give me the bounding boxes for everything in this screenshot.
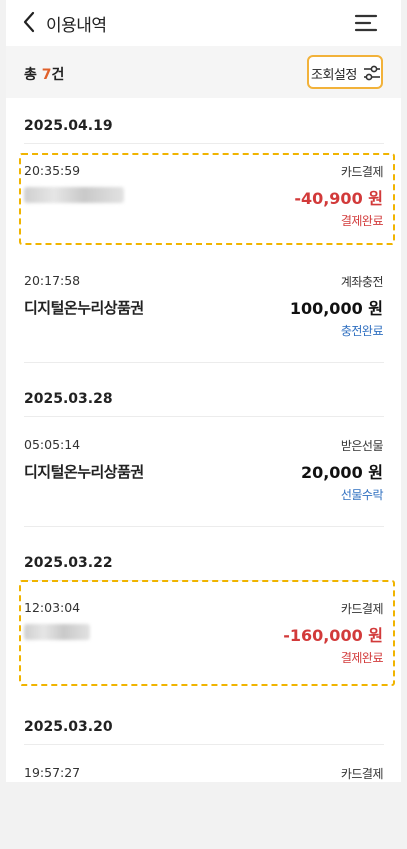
filter-settings-label: 조회설정 (311, 68, 357, 83)
transaction-amount: -160,000 원 (283, 626, 383, 645)
redacted-merchant-name (24, 187, 124, 203)
transaction-type: 카드결제 (340, 767, 384, 781)
divider (24, 143, 384, 144)
transaction-time: 20:17:58 (24, 273, 81, 288)
transaction-item[interactable]: 05:05:14 받은선물 디지털온누리상품권 20,000 원 선물수락 (6, 429, 401, 521)
divider (24, 362, 384, 363)
transaction-status: 결제완료 (340, 214, 384, 228)
divider (24, 416, 384, 417)
divider (24, 580, 384, 581)
filter-settings-button[interactable]: 조회설정 (307, 55, 383, 89)
transaction-item[interactable]: 19:57:27 카드결제 (6, 757, 401, 849)
transaction-name: 디지털온누리상품권 (24, 463, 144, 481)
transaction-status: 결제완료 (340, 651, 384, 665)
transaction-type: 카드결제 (340, 602, 384, 616)
transaction-amount: 100,000 원 (289, 299, 383, 318)
date-header: 2025.04.19 (24, 118, 113, 134)
total-suffix: 건 (51, 67, 65, 83)
transaction-time: 19:57:27 (24, 765, 81, 780)
divider (24, 526, 384, 527)
transaction-amount: 20,000 원 (300, 463, 383, 482)
app-header: 이용내역 (6, 0, 401, 46)
transaction-item[interactable]: 20:35:59 카드결제 -40,900 원 결제완료 (6, 155, 401, 247)
total-count: 총 7건 (24, 64, 64, 84)
transaction-name: 디지털온누리상품권 (24, 299, 144, 317)
transaction-type: 받은선물 (340, 439, 384, 453)
transaction-amount: -40,900 원 (294, 189, 383, 208)
total-count-value: 7 (41, 67, 52, 83)
transaction-status: 충전완료 (340, 324, 384, 338)
transaction-time: 12:03:04 (24, 600, 81, 615)
divider (24, 744, 384, 745)
total-prefix: 총 (24, 67, 37, 83)
chevron-left-icon[interactable] (18, 10, 42, 34)
transaction-history-screen: 이용내역 총 7건 조회설정 2025.04.19 20:35:59 카드결제 … (6, 0, 401, 782)
redacted-merchant-name (24, 624, 90, 640)
date-header: 2025.03.20 (24, 719, 113, 735)
sliders-icon (364, 65, 380, 81)
date-header: 2025.03.22 (24, 555, 113, 571)
hamburger-menu-icon[interactable] (354, 12, 378, 34)
transaction-time: 05:05:14 (24, 437, 81, 452)
date-header: 2025.03.28 (24, 391, 113, 407)
transaction-item[interactable]: 12:03:04 카드결제 -160,000 원 결제완료 (6, 592, 401, 684)
transaction-type: 계좌충전 (340, 275, 384, 289)
page-title: 이용내역 (46, 16, 107, 36)
transaction-type: 카드결제 (340, 165, 384, 179)
summary-bar: 총 7건 조회설정 (6, 46, 401, 98)
transaction-time: 20:35:59 (24, 163, 81, 178)
transaction-status: 선물수락 (340, 488, 384, 502)
transaction-item[interactable]: 20:17:58 계좌충전 디지털온누리상품권 100,000 원 충전완료 (6, 265, 401, 357)
